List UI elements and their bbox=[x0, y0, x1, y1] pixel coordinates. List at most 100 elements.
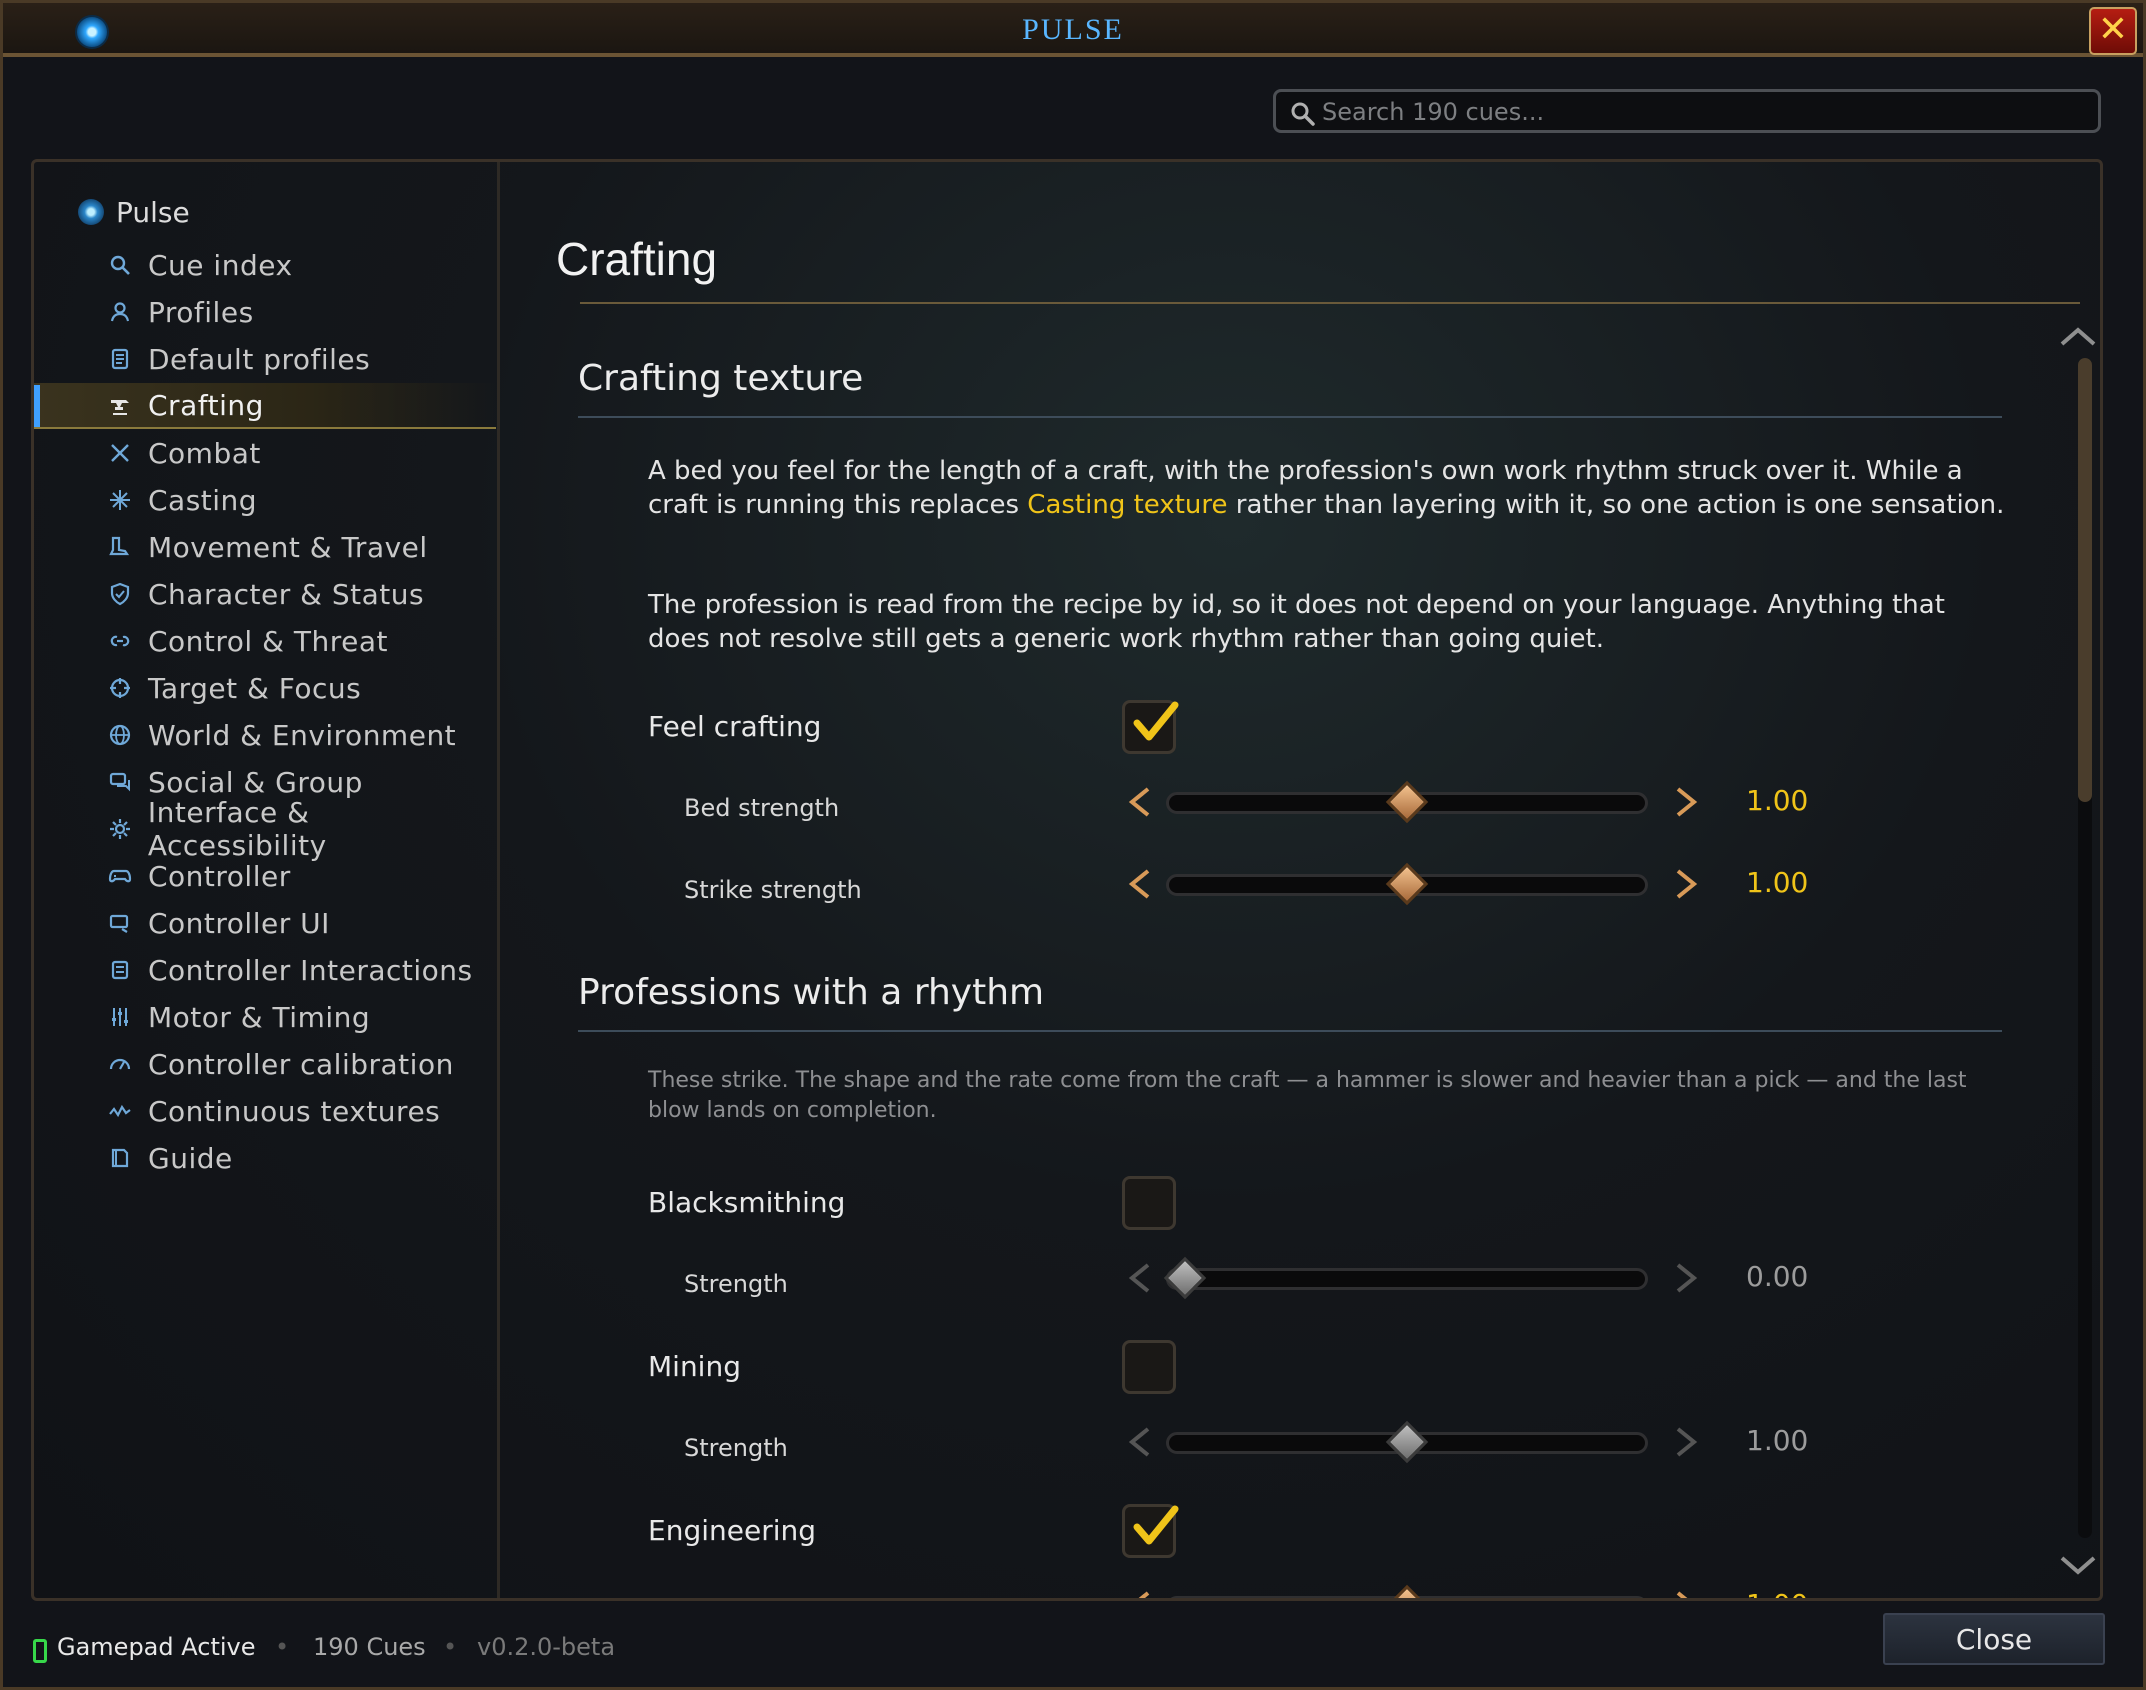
search-icon bbox=[1291, 102, 1315, 126]
sidebar-item-controller-calibration[interactable]: Controller calibration bbox=[34, 1041, 496, 1087]
slider-increase-icon[interactable] bbox=[1672, 868, 1700, 900]
sidebar-item-guide[interactable]: Guide bbox=[34, 1135, 496, 1181]
bed-strength-value: 1.00 bbox=[1746, 784, 1809, 817]
sidebar-item-casting[interactable]: Casting bbox=[34, 477, 496, 523]
sidebar-item-target-and-focus[interactable]: Target & Focus bbox=[34, 665, 496, 711]
boot-icon bbox=[106, 533, 134, 561]
slider-thumb[interactable] bbox=[1385, 1420, 1429, 1464]
slider-thumb[interactable] bbox=[1163, 1256, 1207, 1300]
profession-mining-strength-slider[interactable] bbox=[1126, 1420, 1700, 1464]
slider-decrease-icon[interactable] bbox=[1126, 786, 1154, 818]
profession-engineering-strength-slider[interactable] bbox=[1126, 1584, 1700, 1601]
title-divider bbox=[580, 302, 2080, 304]
gauge-icon bbox=[106, 1050, 134, 1078]
sidebar-item-label: Controller UI bbox=[148, 906, 330, 940]
sidebar-item-crafting[interactable]: Crafting bbox=[34, 383, 496, 429]
profession-mining-checkbox[interactable] bbox=[1122, 1340, 1176, 1394]
sidebar-item-label: Default profiles bbox=[148, 342, 371, 376]
slider-decrease-icon[interactable] bbox=[1126, 1262, 1154, 1294]
sidebar-item-label: World & Environment bbox=[148, 718, 457, 752]
scroll-up-icon[interactable] bbox=[2058, 324, 2098, 348]
bed-strength-slider[interactable] bbox=[1126, 780, 1700, 824]
sidebar-item-movement-and-travel[interactable]: Movement & Travel bbox=[34, 524, 496, 570]
sidebar-item-default-profiles[interactable]: Default profiles bbox=[34, 336, 496, 382]
shield-icon bbox=[106, 580, 134, 608]
sidebar-item-label: Motor & Timing bbox=[148, 1000, 371, 1034]
slider-decrease-icon[interactable] bbox=[1126, 868, 1154, 900]
sidebar-item-world-and-environment[interactable]: World & Environment bbox=[34, 712, 496, 758]
crossed-swords-icon bbox=[106, 439, 134, 467]
casting-texture-link[interactable]: Casting texture bbox=[1027, 490, 1227, 520]
slider-track[interactable] bbox=[1166, 1268, 1648, 1290]
sidebar-item-label: Continuous textures bbox=[148, 1094, 441, 1128]
sidebar-item-continuous-textures[interactable]: Continuous textures bbox=[34, 1088, 496, 1134]
profession-blacksmithing-checkbox[interactable] bbox=[1122, 1176, 1176, 1230]
close-button[interactable]: Close bbox=[1883, 1613, 2105, 1665]
sidebar-item-combat[interactable]: Combat bbox=[34, 430, 496, 476]
wave-icon bbox=[106, 1097, 134, 1125]
main-frame: Pulse Cue index Profiles Default profiles C… bbox=[31, 159, 2103, 1601]
sidebar-item-label: Controller Interactions bbox=[148, 953, 473, 987]
sidebar-item-control-and-threat[interactable]: Control & Threat bbox=[34, 618, 496, 664]
sidebar-item-label: Character & Status bbox=[148, 577, 425, 611]
strike-strength-slider[interactable] bbox=[1126, 862, 1700, 906]
sidebar-item-controller[interactable]: Controller bbox=[34, 853, 496, 899]
profession-engineering-checkbox[interactable] bbox=[1122, 1504, 1179, 1558]
sidebar-item-controller-ui[interactable]: Controller UI bbox=[34, 900, 496, 946]
gamepad-status-indicator bbox=[33, 1639, 47, 1663]
sidebar-item-label: Cue index bbox=[148, 248, 293, 282]
sidebar-item-label: Target & Focus bbox=[148, 671, 362, 705]
slider-thumb[interactable] bbox=[1385, 780, 1429, 824]
status-separator: • bbox=[443, 1633, 458, 1661]
sliders-icon bbox=[106, 1003, 134, 1031]
feel-crafting-label: Feel crafting bbox=[648, 710, 822, 743]
sidebar-item-label: Controller calibration bbox=[148, 1047, 454, 1081]
profession-blacksmithing-strength-label: Strength bbox=[684, 1270, 788, 1298]
sidebar-item-label: Combat bbox=[148, 436, 261, 470]
sidebar-item-motor-and-timing[interactable]: Motor & Timing bbox=[34, 994, 496, 1040]
sidebar-item-cue-index[interactable]: Cue index bbox=[34, 242, 496, 288]
slider-increase-icon[interactable] bbox=[1672, 1426, 1700, 1458]
sidebar-item-label: Controller bbox=[148, 859, 291, 893]
profession-blacksmithing-label: Blacksmithing bbox=[648, 1186, 846, 1219]
strike-strength-label: Strike strength bbox=[684, 876, 862, 904]
screen-icon bbox=[106, 909, 134, 937]
chat-icon bbox=[106, 768, 134, 796]
sidebar-root-pulse[interactable]: Pulse bbox=[78, 192, 190, 232]
professions-note: These strike. The shape and the rate com… bbox=[648, 1068, 1967, 1123]
slider-decrease-icon[interactable] bbox=[1126, 1426, 1154, 1458]
checkmark-icon bbox=[1133, 1505, 1179, 1545]
slider-increase-icon[interactable] bbox=[1672, 1590, 1700, 1601]
profession-mining-strength-label: Strength bbox=[684, 1434, 788, 1462]
scroll-down-icon[interactable] bbox=[2058, 1554, 2098, 1578]
slider-decrease-icon[interactable] bbox=[1126, 1590, 1154, 1601]
feel-crafting-checkbox[interactable] bbox=[1122, 700, 1179, 754]
sidebar-item-controller-interactions[interactable]: Controller Interactions bbox=[34, 947, 496, 993]
sidebar-item-interface-and-accessibility[interactable]: Interface & Accessibility bbox=[34, 796, 496, 862]
sidebar-item-profiles[interactable]: Profiles bbox=[34, 289, 496, 335]
profession-engineering-strength-value: 1.00 bbox=[1746, 1588, 1808, 1598]
search-icon bbox=[106, 251, 134, 279]
profession-blacksmithing-strength-slider[interactable] bbox=[1126, 1256, 1700, 1300]
slider-thumb[interactable] bbox=[1385, 1584, 1429, 1598]
search-box[interactable] bbox=[1273, 89, 2101, 133]
description-paragraph-2: The profession is read from the recipe b… bbox=[648, 590, 1945, 654]
checkmark-icon bbox=[1133, 701, 1179, 741]
slider-increase-icon[interactable] bbox=[1672, 1262, 1700, 1294]
sidebar-item-label: Profiles bbox=[148, 295, 254, 329]
profession-mining-strength-value: 1.00 bbox=[1746, 1424, 1809, 1457]
sparkle-icon bbox=[106, 486, 134, 514]
profession-mining-label: Mining bbox=[648, 1350, 741, 1383]
slider-thumb[interactable] bbox=[1385, 862, 1429, 906]
scrollbar-thumb[interactable] bbox=[2078, 358, 2092, 802]
status-separator: • bbox=[275, 1633, 290, 1661]
slider-increase-icon[interactable] bbox=[1672, 786, 1700, 818]
sidebar-item-label: Guide bbox=[148, 1141, 233, 1175]
content-panel: Crafting Crafting texture A bed you feel… bbox=[500, 162, 2100, 1598]
sidebar-item-label: Crafting bbox=[148, 388, 264, 422]
window-close-button[interactable]: ✕ bbox=[2089, 7, 2137, 55]
search-input[interactable] bbox=[1322, 96, 2082, 128]
sidebar-item-character-and-status[interactable]: Character & Status bbox=[34, 571, 496, 617]
sidebar: Pulse Cue index Profiles Default profiles C… bbox=[34, 162, 500, 1598]
section-divider bbox=[578, 416, 2002, 418]
